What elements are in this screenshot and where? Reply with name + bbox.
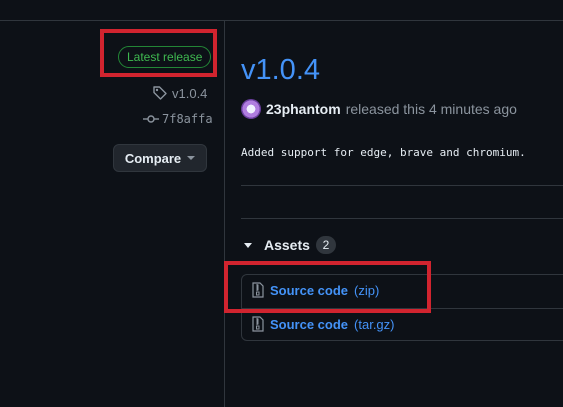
assets-toggle[interactable]: Assets 2 <box>244 236 336 254</box>
commit-link[interactable]: 7f8affa <box>143 112 213 126</box>
compare-button[interactable]: Compare <box>113 144 207 172</box>
asset-item-targz[interactable]: Source code (tar.gz) <box>252 316 395 332</box>
tag-label: v1.0.4 <box>172 85 208 101</box>
zip-file-icon <box>252 316 264 332</box>
released-time-text: released this 4 minutes ago <box>345 101 517 117</box>
asset-name[interactable]: Source code <box>270 317 348 332</box>
section-divider <box>241 218 563 219</box>
assets-count-badge: 2 <box>315 236 336 254</box>
asset-ext[interactable]: (tar.gz) <box>354 317 394 332</box>
avatar[interactable] <box>241 99 261 119</box>
compare-label: Compare <box>124 150 182 166</box>
release-author-row: 23phantom released this 4 minutes ago <box>241 99 517 119</box>
highlight-box-zip <box>224 261 431 313</box>
assets-heading: Assets <box>264 237 310 253</box>
triangle-down-icon <box>244 242 252 248</box>
tag-link[interactable]: v1.0.4 <box>152 85 207 101</box>
commit-hash: 7f8affa <box>162 112 213 126</box>
section-divider <box>241 185 563 186</box>
author-link[interactable]: 23phantom <box>266 101 341 117</box>
tag-icon <box>153 86 167 100</box>
top-divider <box>0 20 563 21</box>
column-divider <box>224 21 225 407</box>
release-notes: Added support for edge, brave and chromi… <box>241 146 526 159</box>
chevron-down-icon <box>187 156 196 160</box>
commit-icon <box>143 115 159 123</box>
highlight-box-latest <box>100 29 217 77</box>
release-title[interactable]: v1.0.4 <box>241 54 320 87</box>
